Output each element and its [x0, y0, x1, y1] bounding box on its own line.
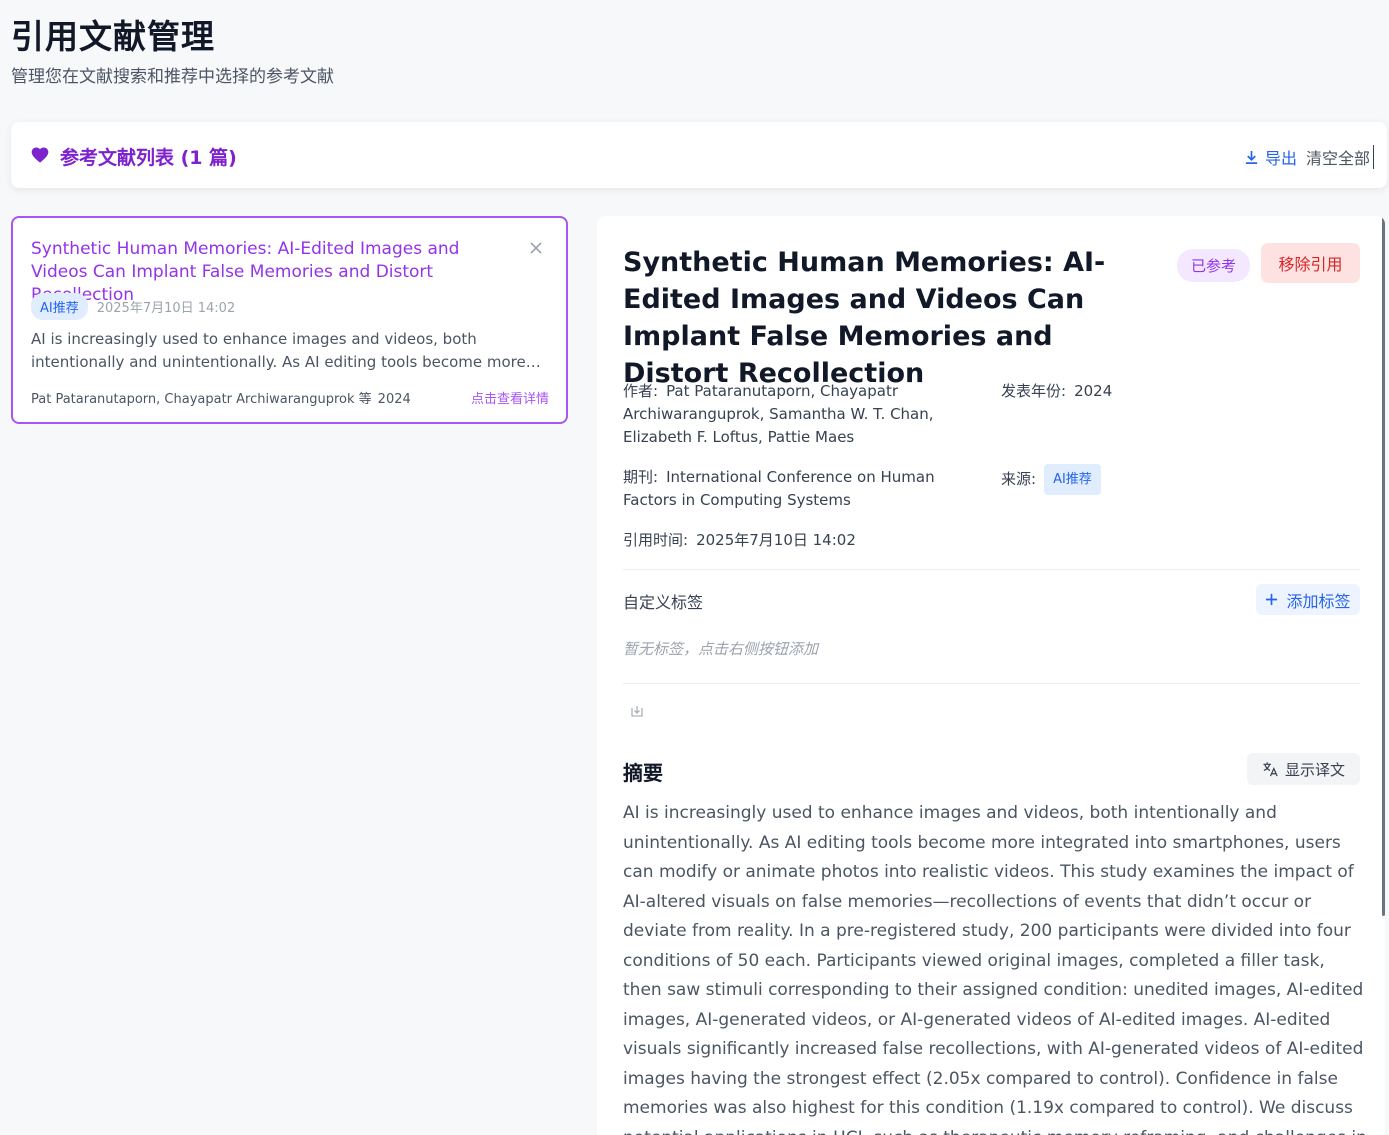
add-tag-button[interactable]: 添加标签	[1256, 584, 1360, 615]
custom-tags-title: 自定义标签	[623, 593, 704, 612]
reference-list-title: 参考文献列表 (1 篇)	[60, 147, 237, 169]
journal-field: 期刊: International Conference on Human Fac…	[623, 466, 983, 512]
remove-citation-button[interactable]: 移除引用	[1261, 243, 1360, 283]
no-tags-text: 暂无标签，点击右侧按钮添加	[623, 640, 819, 658]
reference-card-year: 2024	[377, 392, 411, 407]
export-button[interactable]: 导出	[1244, 145, 1297, 169]
translate-icon	[1263, 761, 1278, 776]
referenced-badge: 已参考	[1177, 249, 1251, 282]
source-badge: AI推荐	[31, 293, 88, 320]
save-icon[interactable]	[630, 704, 644, 718]
detail-title: Synthetic Human Memories: AI-Edited Imag…	[623, 247, 1106, 389]
add-tag-label: 添加标签	[1286, 591, 1351, 611]
abstract-text: AI is increasingly used to enhance image…	[623, 803, 1367, 1135]
reference-card-date: 2025年7月10日 14:02	[96, 301, 236, 316]
journal-value: International Conference on Human Factor…	[623, 468, 935, 509]
journal-label: 期刊:	[623, 468, 659, 486]
authors-label: 作者:	[623, 382, 659, 400]
reference-detail-panel: Synthetic Human Memories: AI-Edited Imag…	[597, 216, 1385, 1135]
reference-card-authors: Pat Pataranutaporn, Chayapatr Archiwaran…	[31, 388, 411, 407]
show-translation-label: 显示译文	[1284, 760, 1345, 779]
cited-time-field: 引用时间: 2025年7月10日 14:02	[623, 529, 856, 552]
source-badge: AI推荐	[1044, 464, 1101, 495]
reference-card[interactable]: Synthetic Human Memories: AI-Edited Imag…	[11, 216, 568, 424]
plus-icon	[1266, 593, 1278, 606]
authors-field: 作者: Pat Pataranutaporn, Chayapatr Archiwa…	[623, 380, 983, 449]
year-label: 发表年份:	[1001, 382, 1067, 400]
divider	[623, 569, 1360, 570]
download-icon	[1245, 150, 1258, 164]
scrollbar[interactable]	[1382, 216, 1385, 916]
export-label: 导出	[1264, 149, 1297, 168]
divider	[623, 683, 1360, 684]
year-field: 发表年份: 2024	[1001, 380, 1112, 403]
abstract-title: 摘要	[623, 761, 663, 785]
year-value: 2024	[1074, 382, 1113, 400]
clear-all-button[interactable]: 清空全部	[1306, 145, 1374, 169]
authors-text: Pat Pataranutaporn, Chayapatr Archiwaran…	[31, 392, 372, 407]
page-subtitle: 管理您在文献搜索和推荐中选择的参考文献	[11, 67, 334, 87]
authors-value: Pat Pataranutaporn, Chayapatr Archiwaran…	[623, 382, 934, 446]
reference-card-abstract: AI is increasingly used to enhance image…	[31, 330, 526, 371]
page-title: 引用文献管理	[11, 17, 215, 56]
heart-icon	[31, 147, 49, 163]
reference-list-header: 参考文献列表 (1 篇) 导出 清空全部	[11, 122, 1387, 188]
view-details-link[interactable]: 点击查看详情	[471, 388, 549, 407]
source-label: 来源:	[1001, 470, 1037, 488]
show-translation-button[interactable]: 显示译文	[1247, 753, 1360, 785]
cited-time-label: 引用时间:	[623, 531, 689, 549]
cited-time-value: 2025年7月10日 14:02	[696, 531, 856, 549]
close-icon[interactable]	[528, 240, 544, 256]
source-field: 来源: AI推荐	[1001, 464, 1101, 495]
